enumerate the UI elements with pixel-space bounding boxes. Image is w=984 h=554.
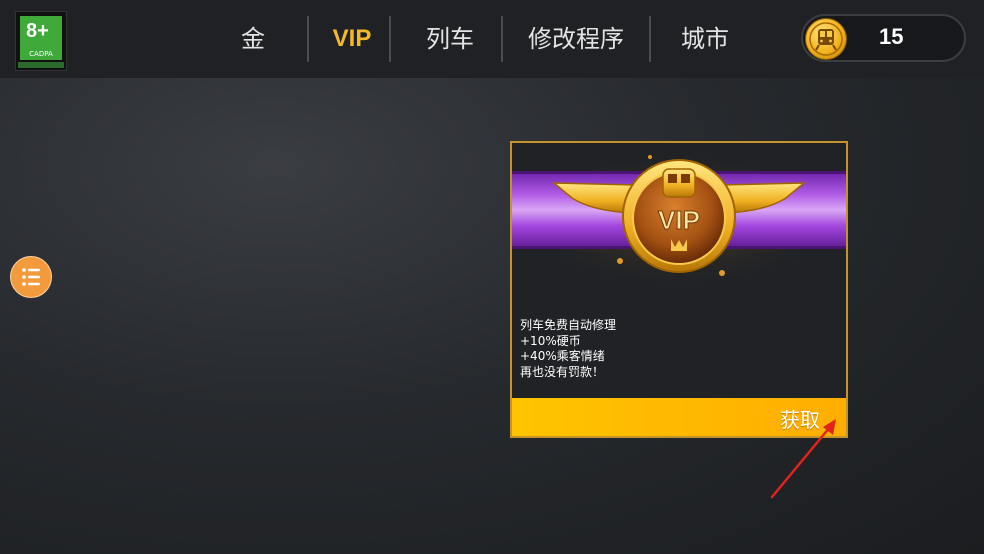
vip-badge-art: VIP [512,143,846,283]
list-menu-icon [22,268,40,286]
tab-divider [389,16,391,62]
age-rating-footer [18,62,64,68]
currency-display[interactable]: 15 [801,14,966,62]
benefit-item: 列车免费自动修理 [520,318,617,332]
vip-benefits-list: 列车免费自动修理 +10%硬币 +40%乘客情绪 再也没有罚款！ [520,318,616,380]
benefit-item: +10%硬币 [520,333,581,348]
benefit-item: 再也没有罚款！ [520,364,605,379]
train-coin-icon [805,18,847,60]
currency-amount: 15 [879,24,904,49]
tab-trains[interactable]: 列车 [417,14,483,64]
vip-badge-text: VIP [658,205,700,235]
age-rating-panel: 8+ CADPA [20,16,62,60]
tab-divider [649,16,651,62]
age-rating-number: 8+ [26,20,49,42]
age-rating-label: CADPA [29,50,53,58]
annotation-arrow-icon [770,419,836,499]
vip-offer-card: VIP 列车免费自动修理 +10%硬币 +40%乘客情绪 再也没有罚款！ 获取 [510,141,848,438]
tab-divider [307,16,309,62]
tab-modify[interactable]: 修改程序 [525,14,627,64]
tab-city[interactable]: 城市 [673,14,737,64]
tab-divider [501,16,503,62]
top-bar: 8+ CADPA 金 VIP 列车 修改程序 城市 15 [0,0,984,78]
benefit-item: +40%乘客情绪 [520,349,605,363]
tab-vip[interactable]: VIP [323,14,381,64]
tab-gold[interactable]: 金 [225,14,281,64]
side-menu-button[interactable] [10,256,52,298]
age-rating-badge: 8+ CADPA [15,11,67,71]
